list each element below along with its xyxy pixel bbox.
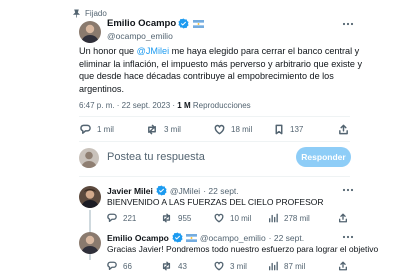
author-name[interactable]: Emilio Ocampo — [107, 18, 176, 29]
reply-action[interactable]: 1 mil — [80, 124, 114, 135]
reply-author-name[interactable]: Emilio Ocampo — [107, 233, 169, 243]
reply-author-handle[interactable]: @JMilei — [170, 186, 200, 196]
reply-avatar[interactable] — [79, 232, 101, 254]
bookmark-icon — [274, 124, 284, 135]
mention-link[interactable]: @JMilei — [137, 46, 169, 56]
reply-header: Emilio Ocampo @ocampo_emilio · 22 sept. — [107, 232, 304, 243]
like-icon — [214, 213, 224, 223]
views-icon — [268, 261, 278, 271]
author-handle[interactable]: @ocampo_emilio — [107, 31, 173, 41]
like-action[interactable]: 10 mil — [214, 213, 251, 223]
retweet-icon — [161, 261, 172, 271]
share-icon[interactable] — [338, 213, 348, 223]
reply-author-handle[interactable]: @ocampo_emilio — [200, 233, 266, 243]
tweet-text: Un honor que @JMilei me haya elegido par… — [79, 46, 363, 94]
retweet-action[interactable]: 3 mil — [146, 124, 181, 135]
retweet-action[interactable]: 955 — [161, 213, 191, 223]
verified-icon — [172, 232, 183, 243]
avatar[interactable] — [79, 21, 101, 43]
like-icon — [214, 124, 225, 135]
reply-author-name[interactable]: Javier Milei — [107, 186, 153, 196]
reply-text: Gracias Javier! Pondremos todo nuestro e… — [107, 244, 379, 254]
verified-icon — [156, 185, 167, 196]
reply-icon — [107, 261, 117, 271]
respond-button[interactable]: Responder — [296, 147, 351, 167]
share-icon[interactable] — [338, 124, 349, 135]
views-icon — [268, 213, 278, 223]
composer-avatar — [79, 148, 99, 168]
views-action[interactable]: 87 mil — [268, 261, 305, 271]
verified-icon — [178, 18, 189, 29]
argentina-flag-icon — [193, 19, 205, 28]
reply-input[interactable]: Postea tu respuesta — [107, 151, 205, 163]
share-icon[interactable] — [338, 261, 348, 271]
reply-icon — [107, 213, 117, 223]
retweet-icon — [146, 124, 158, 135]
reply-header: Javier Milei @JMilei · 22 sept. — [107, 185, 239, 196]
reply-action[interactable]: 221 — [107, 213, 136, 223]
reply-text: BIENVENIDO A LAS FUERZAS DEL CIELO PROFE… — [107, 197, 324, 207]
retweet-icon — [161, 213, 172, 223]
like-action[interactable]: 18 mil — [214, 124, 252, 135]
reply-action[interactable]: 66 — [107, 261, 132, 271]
more-icon[interactable] — [342, 22, 354, 26]
like-icon — [214, 261, 224, 271]
argentina-flag-icon — [185, 233, 197, 242]
bookmark-action[interactable]: 137 — [274, 124, 303, 135]
pin-icon — [72, 9, 81, 18]
views-action[interactable]: 278 mil — [268, 213, 310, 223]
tweet-timestamp: 6:47 p. m. · 22 sept. 2023 · 1 M Reprodu… — [79, 101, 251, 110]
more-icon[interactable] — [342, 188, 354, 192]
pinned-label: Fijado — [85, 9, 107, 18]
like-action[interactable]: 3 mil — [214, 261, 247, 271]
reply-date[interactable]: · 22 sept. — [269, 233, 304, 243]
reply-avatar[interactable] — [79, 186, 101, 208]
pinned-indicator: Fijado — [72, 9, 107, 18]
reply-date[interactable]: · 22 sept. — [203, 186, 238, 196]
retweet-action[interactable]: 43 — [161, 261, 187, 271]
more-icon[interactable] — [342, 235, 354, 239]
reply-icon — [80, 124, 91, 135]
